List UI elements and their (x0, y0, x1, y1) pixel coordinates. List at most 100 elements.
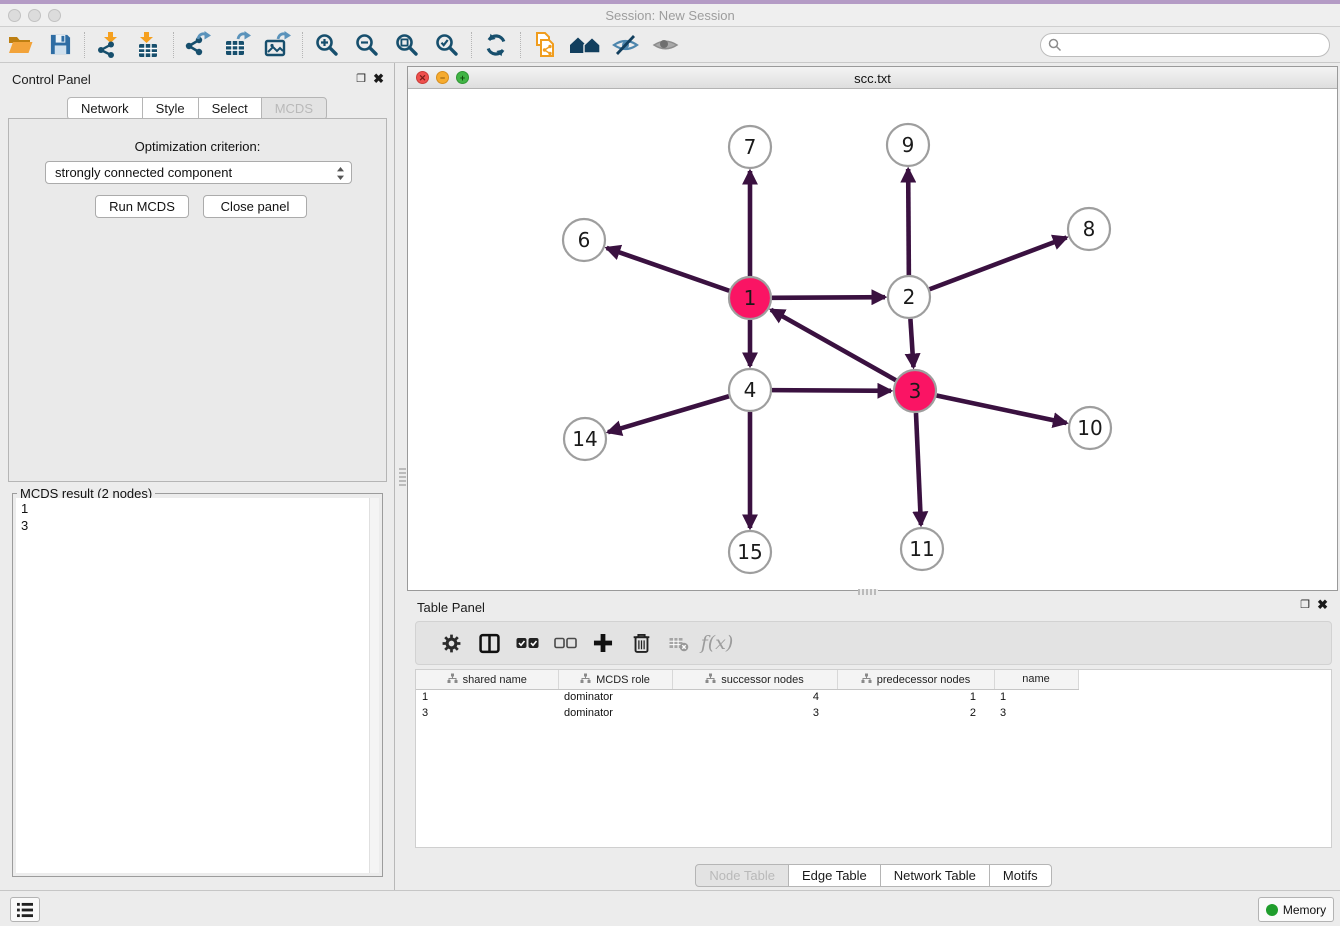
copy-network-button[interactable] (525, 29, 565, 61)
zoom-selected-icon (434, 32, 460, 58)
network-canvas[interactable]: 7968124314101511 (408, 89, 1337, 590)
network-window-title: scc.txt (408, 71, 1337, 86)
table-cell[interactable]: 3 (672, 705, 837, 721)
column-header-MCDS-role[interactable]: MCDS role (558, 670, 672, 689)
graph-edge-2-9[interactable] (908, 169, 909, 275)
float-panel-icon[interactable]: ❐ (356, 73, 366, 85)
table-cell[interactable]: dominator (558, 689, 672, 705)
delete-table-button[interactable] (660, 628, 698, 658)
column-selector-button[interactable] (470, 628, 508, 658)
zoom-out-button[interactable] (347, 29, 387, 61)
mcds-result-scrollbar[interactable] (369, 498, 379, 873)
table-cell-filler (1078, 689, 1331, 705)
table-settings-button[interactable] (432, 628, 470, 658)
tab-mcds[interactable]: MCDS (261, 97, 327, 120)
main-toolbar (0, 27, 1340, 63)
table-cell[interactable]: 3 (416, 705, 558, 721)
mcds-tab-content: Optimization criterion: strongly connect… (8, 118, 387, 482)
checked-boxes-icon (516, 636, 539, 651)
column-header-name[interactable]: name (994, 670, 1078, 689)
zoom-fit-button[interactable] (387, 29, 427, 61)
export-network-button[interactable] (178, 29, 218, 61)
column-header-successor-nodes[interactable]: successor nodes (672, 670, 837, 689)
graph-node-label-9: 9 (902, 133, 915, 157)
table-cell[interactable]: dominator (558, 705, 672, 721)
table-cell[interactable]: 3 (994, 705, 1078, 721)
table-tab-network-table[interactable]: Network Table (880, 864, 990, 887)
search-input[interactable] (1040, 33, 1330, 57)
table-tab-node-table[interactable]: Node Table (695, 864, 789, 887)
table-cell[interactable]: 2 (837, 705, 994, 721)
graph-node-label-7: 7 (744, 135, 757, 159)
refresh-button[interactable] (476, 29, 516, 61)
import-network-icon (96, 31, 123, 58)
tab-select[interactable]: Select (198, 97, 262, 120)
first-neighbors-button[interactable] (565, 29, 605, 61)
session-title: Session: New Session (0, 8, 1340, 23)
table-cell[interactable]: 1 (994, 689, 1078, 705)
table-toolbar: f(x) (415, 621, 1332, 665)
graph-edge-1-6[interactable] (607, 248, 730, 291)
vertical-splitter-grip[interactable] (399, 468, 406, 488)
table-row[interactable]: 1dominator411 (416, 689, 1331, 705)
toolbar-separator (173, 32, 174, 58)
table-tab-motifs[interactable]: Motifs (989, 864, 1052, 887)
table-tab-edge-table[interactable]: Edge Table (788, 864, 881, 887)
export-table-button[interactable] (218, 29, 258, 61)
mcds-result-text[interactable]: 1 3 (16, 498, 369, 873)
zoom-in-button[interactable] (307, 29, 347, 61)
run-mcds-button[interactable]: Run MCDS (95, 195, 189, 218)
graph-edge-3-1[interactable] (771, 310, 896, 380)
memory-label: Memory (1283, 903, 1326, 917)
unchecked-boxes-icon (554, 636, 577, 651)
tab-style[interactable]: Style (142, 97, 199, 120)
graph-node-label-4: 4 (744, 378, 757, 402)
graph-edge-2-3[interactable] (910, 319, 913, 367)
add-row-button[interactable] (584, 628, 622, 658)
tab-network[interactable]: Network (67, 97, 143, 120)
table-cell[interactable]: 1 (837, 689, 994, 705)
open-session-button[interactable] (0, 29, 40, 61)
function-builder-button[interactable]: f(x) (698, 628, 736, 658)
graph-edge-3-10[interactable] (937, 396, 1067, 423)
network-view-window: ✕ − + scc.txt 7968124314101511 (407, 66, 1338, 591)
table-cell[interactable]: 1 (416, 689, 558, 705)
graph-edge-2-8[interactable] (930, 237, 1067, 289)
memory-button[interactable]: Memory (1258, 897, 1334, 922)
graph-edge-1-2[interactable] (772, 297, 885, 298)
zoom-selected-button[interactable] (427, 29, 467, 61)
trash-icon (631, 632, 652, 654)
network-window-titlebar[interactable]: ✕ − + scc.txt (408, 67, 1337, 89)
save-session-button[interactable] (40, 29, 80, 61)
toolbar-separator (302, 32, 303, 58)
graph-node-label-6: 6 (578, 228, 591, 252)
graph-edge-4-3[interactable] (772, 390, 891, 391)
select-all-columns-button[interactable] (508, 628, 546, 658)
deselect-all-columns-button[interactable] (546, 628, 584, 658)
graph-edge-3-11[interactable] (916, 413, 921, 525)
show-all-button[interactable] (645, 29, 685, 61)
graph-edge-4-14[interactable] (608, 396, 729, 432)
close-panel-button[interactable]: Close panel (203, 195, 307, 218)
column-header-predecessor-nodes[interactable]: predecessor nodes (837, 670, 994, 689)
column-header-shared-name[interactable]: shared name (416, 670, 558, 689)
titlebar-accent (0, 0, 1340, 4)
task-history-button[interactable] (10, 897, 40, 922)
float-table-panel-icon[interactable]: ❐ (1300, 599, 1310, 611)
column-type-icon (447, 673, 458, 684)
close-table-panel-icon[interactable]: ✖ (1317, 598, 1328, 611)
gear-icon (441, 633, 462, 654)
criterion-select[interactable]: strongly connected component (45, 161, 352, 184)
chevron-updown-icon (336, 166, 345, 181)
export-image-button[interactable] (258, 29, 298, 61)
hide-selected-button[interactable] (605, 29, 645, 61)
import-network-button[interactable] (89, 29, 129, 61)
open-folder-icon (7, 33, 33, 57)
close-panel-icon[interactable]: ✖ (373, 72, 384, 85)
table-cell[interactable]: 4 (672, 689, 837, 705)
delete-row-button[interactable] (622, 628, 660, 658)
import-table-icon (136, 31, 163, 58)
import-table-button[interactable] (129, 29, 169, 61)
table-row[interactable]: 3dominator323 (416, 705, 1331, 721)
column-header-filler (1078, 670, 1331, 689)
